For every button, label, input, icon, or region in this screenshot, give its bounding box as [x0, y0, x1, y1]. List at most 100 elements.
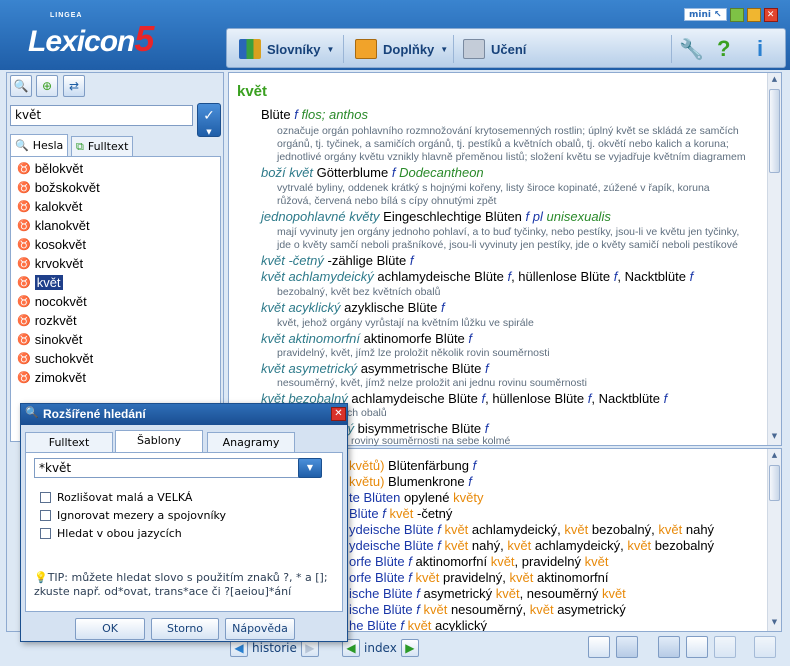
result-row[interactable]: ische Blüte f květ nesouměrný, květ asym…	[349, 602, 626, 617]
checkbox[interactable]	[40, 510, 51, 521]
swap-direction-icon[interactable]: ⇄	[63, 75, 85, 97]
entry-gloss: květ, jehož orgány vyrůstají na květním …	[277, 317, 534, 329]
option-case-sensitive[interactable]: Rozlišovat malá a VELKÁ	[40, 491, 192, 504]
entry-scrollbar[interactable]: ▲ ▼	[767, 73, 781, 445]
result-row[interactable]: orfe Blüte f aktinomorfní květ, pravidel…	[349, 554, 609, 569]
dialog-tab-anagrams[interactable]: Anagramy	[207, 432, 295, 452]
maximize-button[interactable]	[746, 8, 761, 22]
result-row[interactable]: Blüte f květ -četný	[349, 506, 452, 521]
layout-list-icon[interactable]	[658, 636, 680, 658]
index-nav: ◀ index ▶	[342, 638, 419, 658]
pronounce-icon[interactable]	[588, 636, 610, 658]
list-item-label: božskokvět	[34, 180, 100, 195]
scroll-down-icon[interactable]: ▼	[769, 618, 780, 629]
list-item[interactable]: ♉ krvokvět	[11, 254, 220, 273]
list-item[interactable]: ♉ sinokvět	[11, 330, 220, 349]
scroll-thumb[interactable]	[769, 89, 780, 173]
checkbox[interactable]	[40, 528, 51, 539]
entry-gloss: označuje orgán pohlavního rozmnožování k…	[277, 125, 739, 137]
entry-line: květ -četný -zählige Blüte f	[261, 253, 414, 268]
dialog-close-button[interactable]: ✕	[331, 407, 346, 421]
option-both-languages[interactable]: Hledat v obou jazycích	[40, 527, 182, 540]
layout-split-icon[interactable]	[686, 636, 708, 658]
entry-gloss: roviny souměrnosti na sebe kolmé	[351, 435, 511, 447]
search-input[interactable]: květ	[10, 105, 193, 126]
app-logo: LINGEA Lexicon5	[28, 12, 154, 60]
settings-wrench-icon[interactable]: 🔧	[679, 37, 704, 61]
zoom-search-icon[interactable]: ⊕	[36, 75, 58, 97]
entry-bullet-icon: ♉	[17, 182, 31, 194]
option-ignore-spaces[interactable]: Ignorovat mezery a spojovníky	[40, 509, 226, 522]
app-window: LINGEA Lexicon5 mini ↖ ✕ Slovníky ▼ Doplň…	[0, 0, 790, 666]
dictionaries-menu[interactable]: Slovníky ▼	[239, 37, 334, 61]
list-item[interactable]: ♉ kosokvět	[11, 235, 220, 254]
list-item[interactable]: ♉ bělokvět	[11, 159, 220, 178]
scroll-up-icon[interactable]: ▲	[769, 451, 780, 462]
index-forward-icon[interactable]: ▶	[400, 639, 419, 657]
lightbulb-icon: 💡	[34, 571, 48, 584]
entry-gloss: orgánů, tj. tyčinek, a samičích orgánů, …	[277, 138, 729, 150]
result-row[interactable]: ische Blüte f asymetrický květ, nesouměr…	[349, 586, 626, 601]
search-icon[interactable]: 🔍	[10, 75, 32, 97]
scroll-down-icon[interactable]: ▼	[769, 432, 780, 443]
entry-gloss: pravidelný, květ, jímž lze proložit něko…	[277, 347, 550, 359]
mini-mode-button[interactable]: mini ↖	[684, 8, 727, 21]
list-item[interactable]: ♉ kalokvět	[11, 197, 220, 216]
list-item[interactable]: ♉ klanokvět	[11, 216, 220, 235]
results-scrollbar[interactable]: ▲ ▼	[767, 449, 781, 631]
list-item[interactable]: ♉ božskokvět	[11, 178, 220, 197]
dialog-tab-templates[interactable]: Šablony	[115, 430, 203, 452]
layout-single-icon[interactable]	[714, 636, 736, 658]
entry-gloss: vytrvalé byliny, oddenek krátký s hojným…	[277, 182, 710, 194]
result-row[interactable]: ydeische Blüte f květ nahý, květ achlamy…	[349, 538, 714, 553]
result-row[interactable]: te Blüten opylené květy	[349, 490, 483, 505]
dialog-tab-fulltext[interactable]: Fulltext	[25, 432, 113, 452]
entry-line: boží květ Götterblume f Dodecantheon	[261, 165, 484, 180]
learning-button[interactable]: Učení	[463, 37, 526, 61]
scroll-up-icon[interactable]: ▲	[769, 75, 780, 86]
cancel-button[interactable]: Storno	[151, 618, 219, 640]
entry-bullet-icon: ♉	[17, 258, 31, 270]
result-row[interactable]: orfe Blüte f květ pravidelný, květ aktin…	[349, 570, 609, 585]
tab-entries[interactable]: 🔍 Hesla	[10, 134, 69, 156]
addons-menu[interactable]: Doplňky ▼	[355, 37, 448, 61]
tab-fulltext[interactable]: ⧉ Fulltext	[71, 136, 134, 156]
result-row[interactable]: květů) Blütenfärbung f	[349, 458, 476, 473]
entry-bullet-icon: ♉	[17, 296, 31, 308]
list-item[interactable]: ♉ rozkvět	[11, 311, 220, 330]
ok-button[interactable]: OK	[75, 618, 145, 640]
list-item[interactable]: ♉ suchokvět	[11, 349, 220, 368]
tip-text: 💡TIP: můžete hledat slovo s použitím zna…	[34, 571, 328, 598]
entry-gloss: jednotlivé orgány květu vznikly hlavně p…	[277, 151, 746, 163]
binoculars-icon: ⧉	[76, 139, 84, 153]
close-window-button[interactable]: ✕	[763, 8, 778, 22]
print-icon[interactable]	[754, 636, 776, 658]
advanced-search-dialog: 🔍 Rozšířené hledání ✕ Fulltext Šablony A…	[20, 403, 348, 642]
entry-gloss: bezobalný, květ bez květních obalů	[277, 286, 441, 298]
result-row[interactable]: květu) Blumenkrone f	[349, 474, 472, 489]
list-item[interactable]: ♉ zimokvět	[11, 368, 220, 387]
entry-gloss: mají vyvinuty jen orgány jednoho pohlaví…	[277, 226, 740, 238]
list-item-label: rozkvět	[34, 313, 77, 328]
entry-bullet-icon: ♉	[17, 315, 31, 327]
list-item[interactable]: ♉ květ	[11, 273, 220, 292]
minimize-button[interactable]	[729, 8, 744, 22]
window-controls: mini ↖ ✕	[684, 8, 778, 22]
chevron-down-icon: ▼	[326, 44, 335, 54]
abc-blocks-icon	[463, 39, 485, 59]
template-input[interactable]: *květ	[34, 458, 320, 478]
scroll-thumb[interactable]	[769, 465, 780, 501]
help-question-icon[interactable]: ?	[717, 36, 730, 61]
info-icon[interactable]: i	[757, 36, 763, 61]
copy-icon[interactable]	[616, 636, 638, 658]
search-go-button[interactable]: ✓ ▼	[197, 103, 221, 137]
checkbox[interactable]	[40, 492, 51, 503]
entry-panel: květ Blüte f flos; anthos označuje orgán…	[228, 72, 782, 447]
entry-line: ký bisymmetrische Blüte f	[341, 421, 489, 436]
list-item-label: bělokvět	[34, 161, 84, 176]
template-dropdown-button[interactable]: ▼	[298, 458, 322, 478]
help-button[interactable]: Nápověda	[225, 618, 295, 640]
result-row[interactable]: he Blüte f květ acyklický	[349, 618, 487, 631]
result-row[interactable]: ydeische Blüte f květ achlamydeický, kvě…	[349, 522, 714, 537]
list-item[interactable]: ♉ nocokvět	[11, 292, 220, 311]
